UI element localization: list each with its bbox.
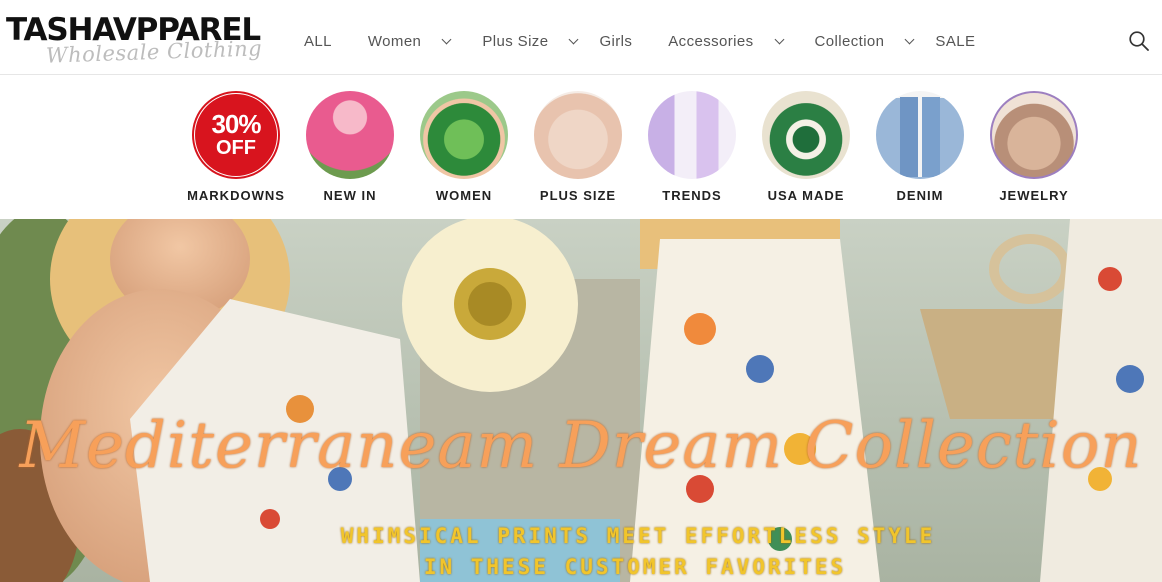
nav-item-accessories[interactable]: Accessories — [668, 32, 784, 50]
discount-off: OFF — [216, 137, 256, 159]
nav-item-label: Plus Size — [482, 32, 549, 50]
category-image — [420, 91, 508, 179]
main-nav: ALL Women Plus Size Girls Accessories Co… — [304, 31, 975, 51]
category-image — [762, 91, 850, 179]
nav-item-collection[interactable]: Collection — [814, 32, 915, 50]
search-icon[interactable] — [1128, 30, 1150, 52]
category-trends[interactable]: TRENDS — [637, 91, 747, 203]
category-image — [990, 91, 1078, 179]
category-jewelry[interactable]: JEWELRY — [979, 91, 1089, 203]
category-label: USA MADE — [767, 188, 845, 203]
category-image — [876, 91, 964, 179]
category-denim[interactable]: DENIM — [865, 91, 975, 203]
hero-subtitle-line-2: IN THESE CUSTOMER FAVORITES — [423, 555, 847, 579]
nav-item-label: Women — [367, 32, 422, 50]
nav-item-plus-size[interactable]: Plus Size — [482, 32, 579, 50]
nav-item-label: Accessories — [668, 32, 754, 50]
category-label: WOMEN — [435, 188, 493, 203]
nav-item-girls[interactable]: Girls — [599, 33, 632, 50]
hero-subtitle-line-1: WHIMSICAL PRINTS MEET EFFORTLESS STYLE — [340, 524, 936, 548]
nav-item-label: Girls — [599, 32, 633, 50]
chevron-down-icon — [441, 34, 452, 44]
category-label: TRENDS — [662, 188, 722, 203]
markdowns-badge: 30% OFF — [192, 91, 280, 179]
discount-percent: 30% — [211, 109, 261, 139]
category-label: DENIM — [896, 188, 944, 203]
nav-item-all[interactable]: ALL — [304, 33, 332, 50]
category-markdowns[interactable]: 30% OFF MARKDOWNS — [181, 91, 291, 203]
category-plus-size[interactable]: PLUS SIZE — [523, 91, 633, 203]
category-image — [306, 91, 394, 179]
category-carousel: 30% OFF MARKDOWNS NEW IN WOMEN PLUS SIZE… — [0, 76, 1162, 219]
category-image — [534, 91, 622, 179]
category-label: MARKDOWNS — [187, 188, 285, 203]
nav-item-sale[interactable]: SALE — [935, 33, 975, 50]
logo[interactable]: TASHAVPPAREL Wholesale Clothing — [6, 10, 268, 70]
nav-item-women[interactable]: Women — [367, 32, 452, 50]
nav-item-label: Collection — [814, 32, 885, 50]
category-usa-made[interactable]: USA MADE — [751, 91, 861, 203]
category-new-in[interactable]: NEW IN — [295, 91, 405, 203]
category-women[interactable]: WOMEN — [409, 91, 519, 203]
category-image — [648, 91, 736, 179]
site-header: TASHAVPPAREL Wholesale Clothing ALL Wome… — [0, 0, 1162, 75]
category-label: PLUS SIZE — [539, 188, 617, 203]
nav-item-label: SALE — [935, 32, 976, 50]
hero-title: Mediterraneam Dream Collection — [19, 409, 1143, 483]
chevron-down-icon — [569, 34, 579, 44]
chevron-down-icon — [774, 34, 784, 44]
nav-item-label: ALL — [304, 32, 332, 50]
category-label: JEWELRY — [999, 188, 1069, 203]
category-label: NEW IN — [323, 188, 377, 203]
chevron-down-icon — [904, 34, 915, 44]
hero-banner[interactable]: Mediterraneam Dream Collection WHIMSICAL… — [0, 219, 1162, 582]
